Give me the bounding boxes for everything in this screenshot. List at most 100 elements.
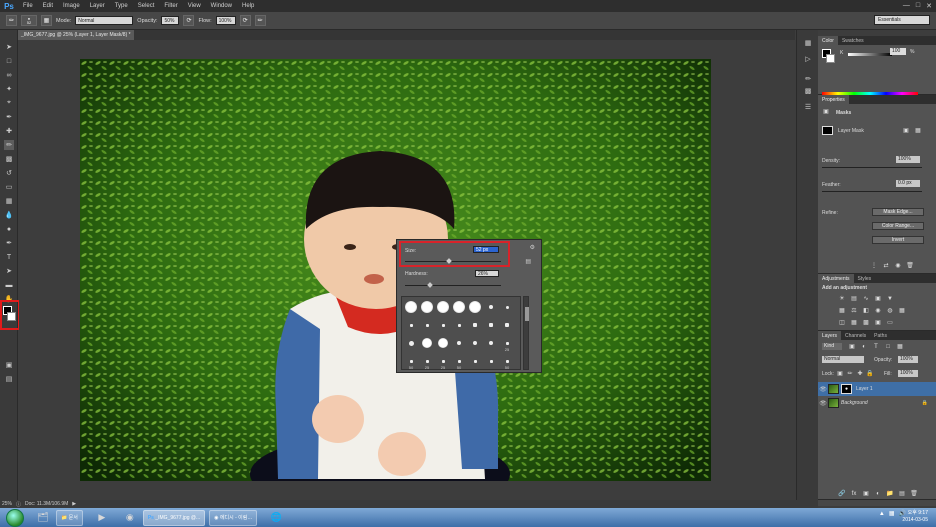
tab-layers[interactable]: Layers (818, 331, 842, 340)
gradient-tool-icon[interactable]: ▦ (4, 196, 14, 206)
pen-tool-icon[interactable]: ✒ (4, 238, 14, 248)
fill-input[interactable]: 100% (898, 370, 918, 377)
taskbar-window-folder[interactable]: 📁 문서 (56, 509, 83, 526)
blend-mode-select[interactable]: Normal (822, 356, 864, 363)
brush-tool-icon[interactable]: ✏ (4, 140, 14, 150)
layer-row-layer-1[interactable]: 👁 ● Layer 1 (818, 382, 936, 396)
tab-properties[interactable]: Properties (818, 95, 849, 104)
size-pressure-icon[interactable]: ✏ (254, 15, 266, 26)
hardness-slider-track[interactable] (405, 285, 501, 286)
menu-layer[interactable]: Layer (85, 3, 110, 9)
tab-styles[interactable]: Styles (854, 274, 876, 283)
history-panel-icon[interactable]: ▦ (803, 38, 813, 48)
brush-tip-preset[interactable] (436, 300, 450, 314)
add-vector-mask-icon[interactable]: ▦ (914, 127, 922, 134)
tray-arrow-icon[interactable]: ▲ (879, 511, 885, 517)
brush-tip-preset[interactable] (420, 318, 434, 332)
brightness-icon[interactable]: ☀ (838, 295, 846, 302)
quick-select-tool-icon[interactable]: ✦ (4, 84, 14, 94)
invert-adjustment-icon[interactable]: ◫ (838, 319, 846, 326)
zoom-level[interactable]: 25% (2, 501, 12, 507)
rectangle-tool-icon[interactable]: ▬ (4, 280, 14, 290)
scroll-thumb[interactable] (525, 307, 529, 321)
actions-panel-icon[interactable]: ▷ (803, 54, 813, 64)
brush-tip-preset[interactable] (452, 336, 466, 350)
brush-tip-preset[interactable] (468, 300, 482, 314)
tab-paths[interactable]: Paths (870, 331, 891, 340)
brush-tip-preset[interactable] (404, 300, 418, 314)
density-slider[interactable] (822, 167, 922, 168)
brush-panel-icon[interactable]: ✏ (803, 74, 813, 84)
new-preset-icon[interactable]: ▤ (525, 258, 531, 265)
brush-tip-preset[interactable] (468, 336, 482, 350)
menu-edit[interactable]: Edit (38, 3, 58, 9)
layer-mask-thumbnail[interactable] (822, 126, 833, 135)
firefox-pin-icon[interactable]: ◉ (121, 510, 139, 526)
eraser-tool-icon[interactable]: ▭ (4, 182, 14, 192)
invert-button[interactable]: Invert (872, 236, 924, 244)
clone-source-panel-icon[interactable]: ▩ (803, 86, 813, 96)
type-tool-icon[interactable]: T (4, 252, 14, 262)
flow-input[interactable]: 100% (215, 16, 236, 25)
marquee-tool-icon[interactable]: □ (4, 56, 14, 66)
menu-help[interactable]: Help (237, 3, 259, 9)
brush-tip-preset[interactable] (452, 300, 466, 314)
brush-tip-preset[interactable] (484, 300, 498, 314)
info-icon[interactable]: ⓘ (16, 501, 21, 508)
brush-tip-preset[interactable]: 25 (420, 354, 434, 370)
gradient-map-icon[interactable]: ▭ (886, 319, 894, 326)
gear-icon[interactable]: ⚙ (530, 244, 535, 251)
taskbar-window-photoshop[interactable]: Ps _IMG_9677.jpg @... (142, 509, 206, 526)
brush-tip-preset[interactable]: 25 (436, 354, 450, 370)
disable-mask-icon[interactable]: ◉ (894, 262, 902, 269)
menu-file[interactable]: File (18, 3, 38, 9)
new-group-icon[interactable]: 📁 (886, 490, 894, 497)
brush-tip-preset[interactable] (404, 336, 418, 350)
globe-pin-icon[interactable]: 🌐 (267, 510, 285, 526)
explorer-pin-icon[interactable]: 🗂 (34, 510, 52, 526)
hardness-slider-knob[interactable] (427, 282, 433, 288)
taskbar-clock[interactable]: 오후 9:17 2014-03-05 (902, 510, 928, 524)
brush-tip-preset[interactable] (484, 336, 498, 350)
menu-image[interactable]: Image (58, 3, 85, 9)
panel-background-swatch[interactable] (826, 54, 835, 63)
delete-layer-icon[interactable]: 🗑 (910, 490, 918, 497)
layer-kind-filter[interactable]: Kind (822, 343, 842, 350)
lock-transparency-icon[interactable]: ▣ (836, 370, 844, 377)
size-slider-track[interactable] (405, 261, 501, 262)
channel-mixer-icon[interactable]: ◍ (886, 307, 894, 314)
eye-icon[interactable]: 👁 (818, 386, 828, 393)
apply-mask-icon[interactable]: ⇄ (882, 262, 890, 269)
layer-mask-thumb[interactable]: ● (841, 384, 852, 394)
tab-adjustments[interactable]: Adjustments (818, 274, 854, 283)
hardness-input[interactable]: 26% (475, 270, 499, 277)
type-filter-icon[interactable]: T (872, 343, 880, 350)
close-button[interactable]: ✕ (926, 2, 932, 10)
maximize-button[interactable]: □ (916, 2, 920, 10)
selective-color-icon[interactable]: ▣ (874, 319, 882, 326)
start-button[interactable] (6, 508, 24, 527)
brush-tip-preset[interactable] (420, 336, 434, 350)
photo-filter-icon[interactable]: ◉ (874, 307, 882, 314)
hue-saturation-icon[interactable]: ▦ (838, 307, 846, 314)
status-menu-icon[interactable]: ▶ (72, 501, 76, 507)
smart-object-filter-icon[interactable]: ▦ (896, 343, 904, 350)
menu-window[interactable]: Window (206, 3, 237, 9)
clone-stamp-tool-icon[interactable]: ▩ (4, 154, 14, 164)
lock-all-icon[interactable]: 🔒 (866, 370, 874, 377)
brush-tip-preset[interactable] (500, 300, 514, 314)
brush-tip-preset[interactable] (468, 354, 482, 368)
move-tool-icon[interactable]: ➤ (4, 42, 14, 52)
brush-panel-toggle-icon[interactable]: ▦ (41, 15, 52, 26)
background-color-swatch[interactable] (7, 312, 16, 321)
network-icon[interactable]: ▦ (889, 510, 895, 517)
new-layer-icon[interactable]: ▤ (898, 490, 906, 497)
layer-row-background[interactable]: 👁 Background 🔒 (818, 396, 936, 410)
feather-input[interactable]: 0.0 px (896, 180, 920, 187)
airbrush-icon[interactable]: ⟳ (239, 15, 251, 26)
brush-tip-preset[interactable] (468, 318, 482, 332)
delete-mask-icon[interactable]: 🗑 (906, 262, 914, 269)
tab-swatches[interactable]: Swatches (838, 36, 868, 45)
tab-color[interactable]: Color (818, 36, 838, 45)
opacity-pressure-icon[interactable]: ⟳ (183, 15, 195, 26)
